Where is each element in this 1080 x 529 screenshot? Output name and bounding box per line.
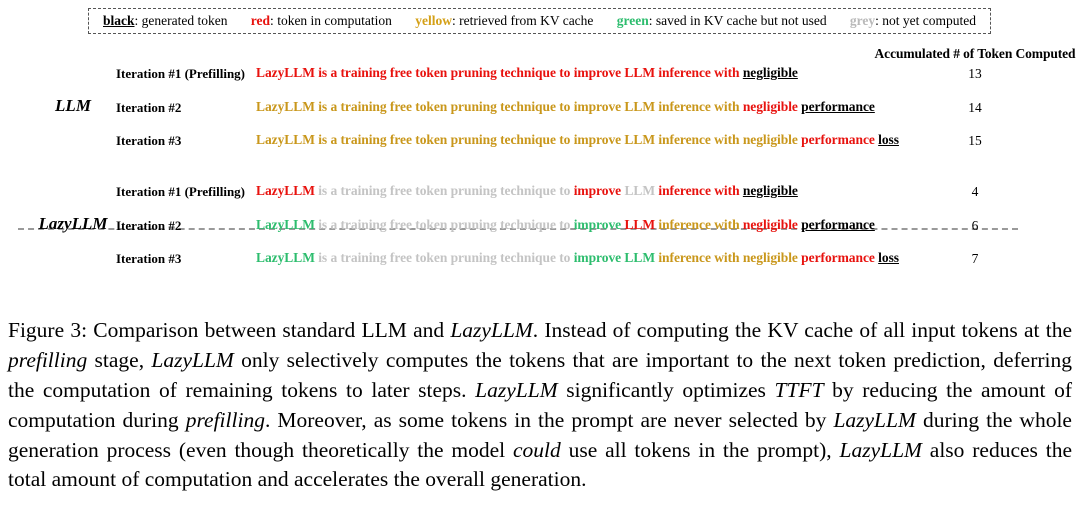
table-row: Iteration #1 (Prefilling) LazyLLM is a t… xyxy=(0,180,1080,212)
token-count: 7 xyxy=(971,251,979,266)
group-lazyllm: LazyLLM Iteration #1 (Prefilling) LazyLL… xyxy=(0,180,1080,276)
caption-text: . Instead of computing the KV cache of a… xyxy=(532,318,1072,342)
token-sentence: LazyLLM is a training free token pruning… xyxy=(256,65,798,81)
iteration-label: Iteration #2 xyxy=(116,100,182,115)
token-sentence: LazyLLM is a training free token pruning… xyxy=(256,250,899,266)
token-segment-green: improve xyxy=(573,217,625,232)
iteration-label: Iteration #1 (Prefilling) xyxy=(116,66,246,81)
token-sentence: LazyLLM is a training free token pruning… xyxy=(256,132,899,148)
legend-key-black: black xyxy=(103,13,135,29)
iteration-label: Iteration #2 xyxy=(116,218,182,233)
token-count-column-header: Accumulated # of Token Computed xyxy=(874,46,1076,61)
table-row: Iteration #3 LazyLLM is a training free … xyxy=(0,129,1080,161)
legend-desc-grey: : not yet computed xyxy=(875,13,976,29)
token-segment-green: LazyLLM xyxy=(256,217,319,232)
caption-emphasis: LazyLLM xyxy=(475,377,558,402)
token-segment-green: improve LLM xyxy=(573,250,659,265)
legend-item-black: black: generated token xyxy=(103,14,228,28)
legend-item-grey: grey: not yet computed xyxy=(850,14,976,28)
caption-emphasis: LazyLLM xyxy=(450,318,533,342)
token-count: 14 xyxy=(968,100,982,115)
legend-desc-black: : generated token xyxy=(134,13,228,29)
token-sentence: LazyLLM is a training free token pruning… xyxy=(256,99,875,115)
caption-text: . Moreover, as some tokens in the prompt… xyxy=(264,407,834,432)
token-segment-grey: LLM xyxy=(624,183,659,198)
token-segment-red: inference with xyxy=(658,183,743,198)
token-segment-grey: is a training free token pruning techniq… xyxy=(318,217,574,232)
legend-key-grey: grey xyxy=(849,13,876,29)
legend-item-yellow: yellow: retrieved from KV cache xyxy=(415,14,593,28)
token-count: 6 xyxy=(971,218,979,233)
legend-item-red: red: token in computation xyxy=(251,14,392,28)
token-segment-yellow: inference with xyxy=(658,217,743,232)
token-count: 4 xyxy=(971,184,979,199)
caption-emphasis: TTFT xyxy=(774,377,824,402)
legend-item-green: green: saved in KV cache but not used xyxy=(617,14,827,28)
color-legend: black: generated token red: token in com… xyxy=(88,8,991,34)
caption-emphasis: prefilling xyxy=(185,407,265,432)
caption-text: stage, xyxy=(87,347,152,372)
caption-text: use all tokens in the prompt), xyxy=(560,437,840,462)
legend-desc-green: : saved in KV cache but not used xyxy=(648,13,827,29)
token-count: 13 xyxy=(968,66,982,81)
legend-key-yellow: yellow xyxy=(415,13,452,29)
token-segment-yellow: LazyLLM is a training free token pruning… xyxy=(256,99,743,114)
token-segment-yellow: LazyLLM is a training free token pruning… xyxy=(256,132,802,147)
token-segment-red: negligible xyxy=(742,217,802,232)
legend-key-green: green xyxy=(616,13,649,29)
legend-key-red: red xyxy=(250,13,271,29)
token-segment-red: performance xyxy=(801,132,879,147)
iteration-label: Iteration #3 xyxy=(116,251,182,266)
caption-emphasis: prefilling xyxy=(8,347,88,372)
token-segment-red: negligible xyxy=(742,99,802,114)
token-segment-black: negligible xyxy=(742,65,798,80)
iteration-label: Iteration #3 xyxy=(116,133,182,148)
token-segment-red: LLM xyxy=(624,217,659,232)
group-llm: LLM Iteration #1 (Prefilling) LazyLLM is… xyxy=(0,62,1080,158)
caption-emphasis: LazyLLM xyxy=(833,407,916,432)
caption-emphasis: LazyLLM xyxy=(839,437,922,462)
iteration-label: Iteration #1 (Prefilling) xyxy=(116,184,246,199)
token-count: 15 xyxy=(968,133,982,148)
token-segment-black: performance xyxy=(801,99,875,114)
token-sentence: LazyLLM is a training free token pruning… xyxy=(256,217,875,233)
token-segment-black: performance xyxy=(801,217,875,232)
legend-desc-yellow: : retrieved from KV cache xyxy=(451,13,594,29)
figure-caption: Figure 3: Comparison between standard LL… xyxy=(8,316,1072,495)
token-segment-red: improve xyxy=(573,183,625,198)
token-segment-red: LazyLLM is a training free token pruning… xyxy=(256,65,743,80)
table-row: Iteration #2 LazyLLM is a training free … xyxy=(0,96,1080,128)
comparison-table: LLM Iteration #1 (Prefilling) LazyLLM is… xyxy=(0,62,1080,290)
token-segment-black: negligible xyxy=(742,183,798,198)
token-segment-red: performance xyxy=(801,250,879,265)
token-segment-yellow: inference with negligible xyxy=(658,250,802,265)
token-segment-grey: is a training free token pruning techniq… xyxy=(318,250,574,265)
table-row: Iteration #2 LazyLLM is a training free … xyxy=(0,214,1080,246)
token-segment-red: LazyLLM xyxy=(256,183,319,198)
caption-text: Figure 3: Comparison between standard LL… xyxy=(8,318,451,342)
caption-emphasis: LazyLLM xyxy=(151,347,234,372)
legend-desc-red: : token in computation xyxy=(270,13,392,29)
caption-emphasis: could xyxy=(512,437,561,462)
token-segment-green: LazyLLM xyxy=(256,250,319,265)
table-row: Iteration #1 (Prefilling) LazyLLM is a t… xyxy=(0,62,1080,94)
table-row: Iteration #3 LazyLLM is a training free … xyxy=(0,247,1080,279)
token-segment-grey: is a training free token pruning techniq… xyxy=(318,183,574,198)
token-sentence: LazyLLM is a training free token pruning… xyxy=(256,183,798,199)
caption-text: significantly optimizes xyxy=(557,377,775,402)
